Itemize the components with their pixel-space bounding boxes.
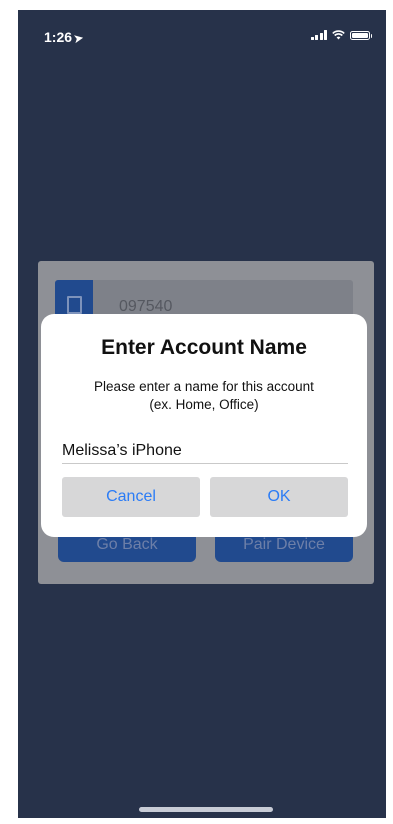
enter-account-name-dialog: Enter Account Name Please enter a name f… bbox=[41, 314, 367, 537]
status-time-text: 1:26 bbox=[44, 29, 73, 45]
home-indicator[interactable] bbox=[139, 807, 273, 812]
dialog-message-line1: Please enter a name for this account bbox=[94, 379, 314, 394]
location-arrow-icon: ➤ bbox=[73, 32, 85, 46]
signal-icon bbox=[310, 30, 327, 40]
dialog-title: Enter Account Name bbox=[101, 336, 307, 359]
status-bar-time: 1:26➤ bbox=[44, 29, 85, 46]
account-name-input[interactable] bbox=[62, 439, 348, 464]
dialog-message-line2: (ex. Home, Office) bbox=[149, 397, 259, 412]
status-bar-indicators bbox=[310, 30, 372, 40]
ok-button[interactable]: OK bbox=[210, 477, 348, 517]
phone-screen: 1:26➤ 097540 Go Back Pair Device Enter A… bbox=[18, 10, 386, 818]
wifi-icon bbox=[332, 30, 345, 40]
cancel-button[interactable]: Cancel bbox=[62, 477, 200, 517]
battery-icon bbox=[350, 30, 372, 40]
dialog-message: Please enter a name for this account (ex… bbox=[61, 378, 347, 414]
